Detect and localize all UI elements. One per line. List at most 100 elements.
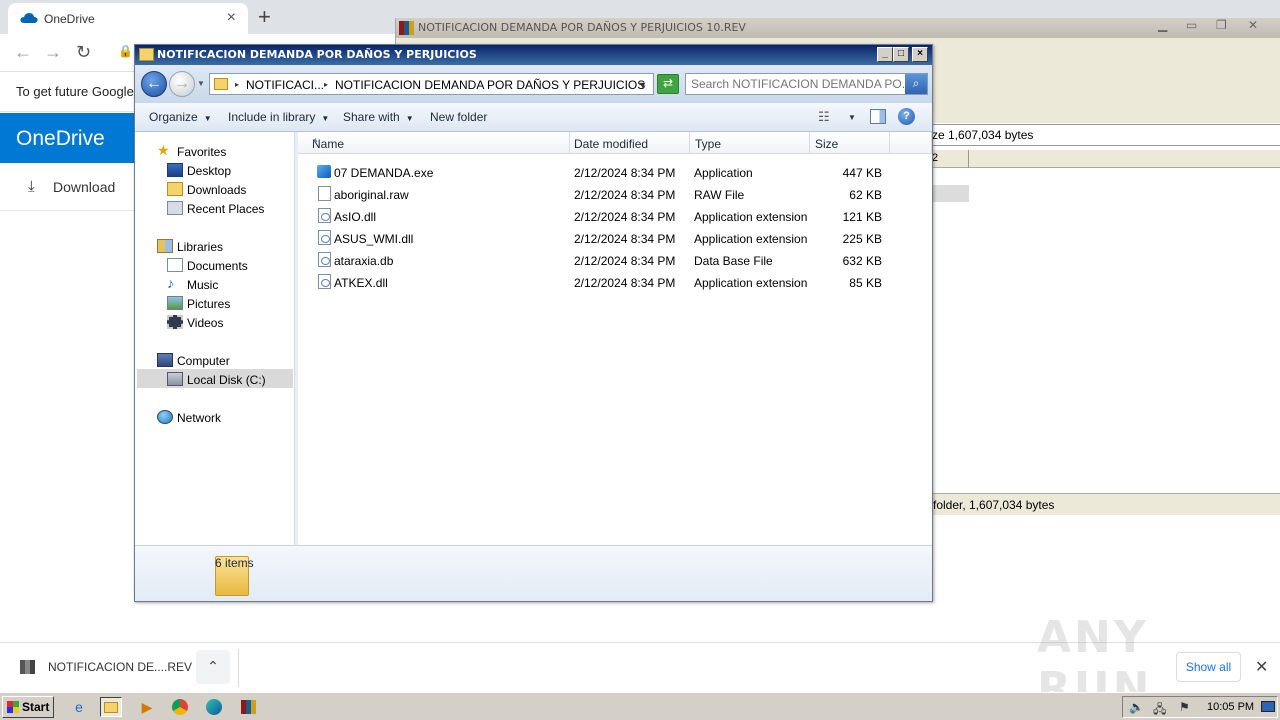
chrome-icon[interactable] bbox=[169, 697, 191, 717]
download-label: Download bbox=[53, 179, 116, 195]
file-name[interactable]: 07 DEMANDA.exe bbox=[334, 166, 433, 180]
download-icon: ⤓ bbox=[28, 178, 35, 195]
forward-arrow-icon[interactable]: → bbox=[44, 42, 62, 63]
column-header-size[interactable]: Size bbox=[810, 132, 890, 154]
file-name[interactable]: aboriginal.raw bbox=[334, 188, 409, 202]
local-disk-icon bbox=[167, 372, 183, 386]
internet-explorer-icon[interactable]: e bbox=[68, 697, 90, 717]
start-button[interactable]: Start bbox=[2, 696, 54, 718]
file-date: 2/12/2024 8:34 PM bbox=[574, 166, 676, 180]
volume-icon[interactable]: 🔈 bbox=[1129, 700, 1144, 714]
file-type: Application extension bbox=[694, 210, 808, 224]
include-in-library-button[interactable]: Include in library ▼ bbox=[228, 110, 329, 124]
explorer-taskbar-icon[interactable] bbox=[100, 697, 122, 717]
column-header-name[interactable]: Name ▲ bbox=[298, 132, 570, 154]
search-input[interactable] bbox=[686, 74, 904, 94]
nav-item-desktop[interactable]: Desktop bbox=[187, 164, 231, 178]
close-tab-icon[interactable]: × bbox=[227, 9, 236, 27]
file-type: Application bbox=[694, 166, 753, 180]
maximize-button[interactable]: □ bbox=[893, 47, 909, 62]
refresh-icon[interactable]: ⇄ bbox=[657, 74, 679, 94]
view-dropdown-icon[interactable]: ▼ bbox=[848, 113, 856, 122]
help-icon[interactable]: ? bbox=[898, 108, 915, 125]
nav-item-documents[interactable]: Documents bbox=[187, 259, 248, 273]
taskbar: Start e ▶ 🔈 🖧 ⚑ 10:05 PM bbox=[0, 692, 1280, 720]
restore-icon[interactable]: ❐ bbox=[1216, 18, 1227, 32]
lock-icon[interactable]: 🔒 bbox=[118, 44, 133, 58]
nav-item-network[interactable]: Network bbox=[177, 411, 221, 425]
details-pane: 6 items bbox=[135, 545, 932, 601]
share-with-label: Share with bbox=[343, 110, 400, 124]
nav-item-favorites[interactable]: Favorites bbox=[177, 145, 226, 159]
nav-item-libraries[interactable]: Libraries bbox=[177, 240, 223, 254]
navigation-pane: ★ Favorites Desktop Downloads Recent Pla… bbox=[135, 132, 295, 545]
view-details-icon[interactable]: ☷ bbox=[818, 109, 830, 125]
star-icon: ★ bbox=[157, 142, 170, 158]
column-header-type[interactable]: Type bbox=[690, 132, 810, 154]
chevron-up-icon[interactable]: ⌃ bbox=[196, 650, 230, 684]
new-tab-button[interactable]: + bbox=[258, 4, 271, 30]
column-header-date[interactable]: Date modified bbox=[570, 132, 690, 154]
file-type: Application extension bbox=[694, 276, 808, 290]
address-dropdown-icon[interactable]: ▼ bbox=[638, 80, 647, 90]
onedrive-header: OneDrive bbox=[0, 113, 140, 163]
include-in-library-label: Include in library bbox=[228, 110, 316, 124]
breadcrumb-item[interactable]: NOTIFICACI... bbox=[246, 78, 324, 92]
file-date: 2/12/2024 8:34 PM bbox=[574, 276, 676, 290]
file-name[interactable]: ASUS_WMI.dll bbox=[334, 232, 413, 246]
winrar-selected-row[interactable] bbox=[931, 185, 969, 202]
file-type: RAW File bbox=[694, 188, 745, 202]
file-size: 632 KB bbox=[842, 254, 882, 268]
history-dropdown-icon[interactable]: ▼ bbox=[197, 79, 205, 88]
network-tray-icon[interactable]: 🖧 bbox=[1153, 700, 1166, 720]
share-with-button[interactable]: Share with ▼ bbox=[343, 110, 414, 124]
onedrive-download-button[interactable]: ⤓ Download bbox=[0, 163, 140, 211]
search-icon[interactable]: ⌕ bbox=[905, 74, 927, 94]
close-button[interactable]: × bbox=[912, 47, 928, 62]
desktop-icon bbox=[167, 163, 183, 177]
nav-item-videos[interactable]: Videos bbox=[187, 316, 223, 330]
address-bar[interactable]: ▸ NOTIFICACI... ▸ NOTIFICACION DEMANDA P… bbox=[209, 73, 654, 95]
nav-item-downloads[interactable]: Downloads bbox=[187, 183, 246, 197]
back-arrow-icon[interactable]: ← bbox=[14, 42, 32, 63]
winrar-column-header[interactable]: 2 bbox=[931, 150, 1280, 168]
back-button[interactable]: ← bbox=[141, 71, 167, 97]
browser-tab-onedrive[interactable]: OneDrive × bbox=[8, 3, 248, 34]
show-desktop-icon[interactable] bbox=[1261, 701, 1275, 712]
winrar-taskbar-icon[interactable] bbox=[237, 697, 259, 717]
nav-item-local-disk[interactable]: Local Disk (C:) bbox=[187, 373, 266, 387]
winrar-path-bar[interactable]: ze 1,607,034 bytes bbox=[931, 124, 1280, 146]
organize-button[interactable]: Organize ▼ bbox=[149, 110, 212, 124]
divider bbox=[238, 649, 239, 687]
item-count: 6 items bbox=[215, 556, 254, 570]
maximize-icon[interactable]: ▭ bbox=[1186, 18, 1197, 32]
breadcrumb-item[interactable]: NOTIFICACION DEMANDA POR DAÑOS Y PERJUIC… bbox=[335, 78, 645, 92]
windows-logo-icon bbox=[7, 701, 19, 713]
onedrive-logo-text: OneDrive bbox=[16, 127, 105, 150]
nav-item-recent-places[interactable]: Recent Places bbox=[187, 202, 264, 216]
edge-icon[interactable] bbox=[203, 697, 225, 717]
minimize-button[interactable]: _ bbox=[877, 47, 893, 62]
close-icon[interactable]: ✕ bbox=[1248, 18, 1258, 32]
media-player-icon[interactable]: ▶ bbox=[136, 697, 158, 717]
minimize-icon[interactable]: ▁ bbox=[1158, 18, 1167, 32]
forward-button[interactable]: → bbox=[169, 71, 195, 97]
download-item-name[interactable]: NOTIFICACION DE....REV bbox=[48, 660, 192, 674]
reload-icon[interactable]: ↻ bbox=[76, 42, 91, 63]
nav-item-computer[interactable]: Computer bbox=[177, 354, 230, 368]
breadcrumb-arrow-icon[interactable]: ▸ bbox=[324, 80, 328, 89]
new-folder-button[interactable]: New folder bbox=[430, 110, 487, 124]
flag-icon[interactable]: ⚑ bbox=[1179, 700, 1190, 714]
nav-item-pictures[interactable]: Pictures bbox=[187, 297, 230, 311]
file-name[interactable]: ATKEX.dll bbox=[334, 276, 388, 290]
search-box[interactable]: ⌕ bbox=[685, 73, 928, 95]
file-date: 2/12/2024 8:34 PM bbox=[574, 210, 676, 224]
file-name[interactable]: AsIO.dll bbox=[334, 210, 376, 224]
breadcrumb-arrow-icon[interactable]: ▸ bbox=[235, 80, 239, 89]
dll-icon bbox=[318, 208, 331, 223]
preview-pane-icon[interactable] bbox=[870, 109, 886, 124]
nav-item-music[interactable]: Music bbox=[187, 278, 218, 292]
file-name[interactable]: ataraxia.db bbox=[334, 254, 393, 268]
address-bar-area: ← → ▼ ▸ NOTIFICACI... ▸ NOTIFICACION DEM… bbox=[135, 65, 932, 103]
documents-icon bbox=[167, 258, 183, 272]
